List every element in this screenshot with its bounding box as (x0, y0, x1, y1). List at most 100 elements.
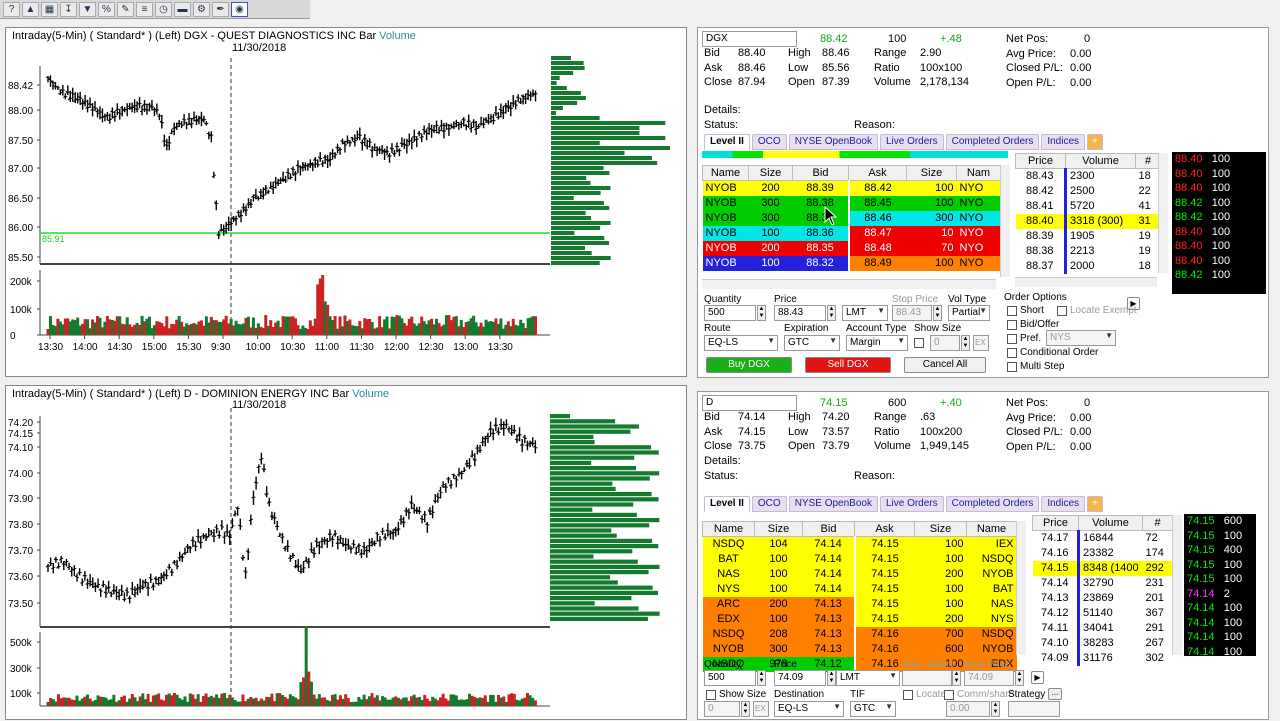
cancel-all-button[interactable]: Cancel All (904, 357, 986, 373)
tab-level-ii[interactable]: Level II (704, 134, 750, 150)
book-row[interactable]: NYOB30088.3888.45100NYO (703, 196, 1001, 211)
ex-button[interactable]: EX (973, 335, 989, 351)
tas-row[interactable]: 74.14 100 (1184, 630, 1256, 645)
tif-select[interactable]: GTC▼ (850, 701, 896, 717)
book-row[interactable]: NSDQ10474.1474.15100IEX (703, 537, 1017, 553)
multi-step-checkbox[interactable]: Multi Step (1007, 361, 1064, 372)
ladder-scrollbar[interactable] (1158, 153, 1168, 273)
book-hscrollbar[interactable] (702, 279, 996, 289)
ladder-row[interactable]: 74.171684472 (1033, 531, 1173, 547)
price-input[interactable]: 88.43 (774, 305, 826, 321)
column-header[interactable]: Size (915, 522, 967, 537)
buy-button[interactable]: Buy DGX (706, 357, 792, 373)
order-expand-button[interactable]: ▶ (1031, 671, 1044, 684)
conditional-order-checkbox[interactable]: Conditional Order (1007, 347, 1098, 358)
column-header[interactable]: Name (967, 522, 1017, 537)
ladder-row[interactable]: 88.403318 (300)31 (1016, 214, 1161, 229)
tab-live-orders[interactable]: Live Orders (880, 496, 944, 512)
column-header[interactable]: Nam (957, 166, 1001, 181)
column-header[interactable]: # (1136, 154, 1161, 169)
bid-offer-checkbox[interactable]: Bid/Offer (1007, 319, 1059, 330)
quantity-spinner[interactable]: ▲▼ (757, 305, 766, 321)
tab-completed-orders[interactable]: Completed Orders (946, 134, 1040, 150)
order-type-select[interactable]: LMT▼ (836, 670, 900, 686)
grid-icon[interactable]: ▦ (41, 2, 58, 17)
time-and-sales[interactable]: 88.40 10088.40 10088.40 10088.42 10088.4… (1172, 152, 1266, 294)
column-header[interactable]: Ask (849, 166, 907, 181)
chart-icon[interactable]: ▲ (22, 2, 39, 17)
price-spinner[interactable]: ▲▼ (827, 305, 836, 321)
stop-spinner[interactable]: ▲▼ (1015, 670, 1024, 686)
chart-canvas[interactable]: 88.4288.0087.5087.0086.5086.0085.50200k1… (6, 28, 686, 376)
strategy-more-button[interactable]: ... (1048, 688, 1062, 700)
route-select[interactable]: EQ-LS▼ (704, 335, 778, 351)
tas-row[interactable]: 88.42 100 (1172, 210, 1266, 225)
quantity-input[interactable]: 500 (704, 670, 756, 686)
disc-spinner[interactable]: ▲▼ (952, 670, 961, 686)
destination-select[interactable]: EQ-LS▼ (774, 701, 844, 717)
tas-row[interactable]: 74.14 100 (1184, 645, 1256, 660)
sort-icon[interactable]: ↧ (60, 2, 77, 17)
tab-nyse-openbook[interactable]: NYSE OpenBook (789, 496, 878, 512)
stop-spinner[interactable]: ▲▼ (933, 305, 942, 321)
book-row[interactable]: BAT10074.1474.15100NSDQ (703, 552, 1017, 567)
tas-row[interactable]: 74.14 100 (1184, 601, 1256, 616)
book-row[interactable]: NYOB10088.3288.49100NYO (703, 256, 1001, 271)
show-size-spinner[interactable]: ▲▼ (741, 701, 750, 717)
book-vscrollbar[interactable] (1016, 521, 1026, 655)
book-row[interactable]: NAS10074.1474.15200NYOB (703, 567, 1017, 582)
pref-select[interactable]: NYS▼ (1046, 330, 1116, 346)
tab-completed-orders[interactable]: Completed Orders (946, 496, 1040, 512)
order-type-select[interactable]: LMT▼ (842, 305, 888, 321)
book-row[interactable]: ARC20074.1374.15100NAS (703, 597, 1017, 612)
show-size-spinner[interactable]: ▲▼ (961, 335, 970, 351)
edit-icon[interactable]: ✎ (117, 2, 134, 17)
column-header[interactable]: Size (907, 166, 957, 181)
ladder-row[interactable]: 74.1134041291 (1033, 621, 1173, 636)
chart-d[interactable]: Intraday(5-Min) ( Standard* ) (Left) D -… (5, 385, 687, 720)
ladder-row[interactable]: 74.158348 (1400292 (1033, 561, 1173, 576)
stop-price-input[interactable]: 88.43 (892, 305, 932, 321)
book-row[interactable]: NYOB30074.1374.16600NYOB (703, 642, 1017, 657)
book-row[interactable]: NYOB10088.3688.4710NYO (703, 226, 1001, 241)
expiration-select[interactable]: GTC▼ (784, 335, 840, 351)
price-ladder[interactable]: PriceVolume#88.4323001888.4225002288.415… (1015, 153, 1161, 274)
locate-checkbox[interactable]: Locate (903, 689, 946, 700)
ladder-row[interactable]: 74.1251140367 (1033, 606, 1173, 621)
ladder-row[interactable]: 88.38221319 (1016, 244, 1161, 259)
tas-row[interactable]: 88.40 100 (1172, 225, 1266, 240)
column-header[interactable]: Bid (803, 522, 855, 537)
filter-icon[interactable]: ▼ (79, 2, 96, 17)
book-vscrollbar[interactable] (1000, 165, 1010, 277)
column-header[interactable]: Price (1033, 516, 1079, 531)
level2-book[interactable]: NameSizeBidAskSizeNamNYOB20088.3988.4210… (702, 165, 1001, 271)
book-row[interactable]: NYOB20088.3588.4870NYO (703, 241, 1001, 256)
ladder-row[interactable]: 74.0931176302 (1033, 651, 1173, 666)
tab-oco[interactable]: OCO (752, 496, 787, 512)
tas-row[interactable]: 88.40 100 (1172, 167, 1266, 182)
help-icon[interactable]: ? (3, 2, 20, 17)
column-header[interactable]: Volume (1066, 154, 1136, 169)
stop-price-input[interactable]: 74.09 (964, 670, 1014, 686)
keyboard-icon[interactable]: ▬ (174, 2, 191, 17)
ladder-row[interactable]: 88.37200018 (1016, 259, 1161, 274)
ladder-scrollbar[interactable] (1172, 515, 1182, 655)
tas-row[interactable]: 74.14 2 (1184, 587, 1256, 602)
tas-row[interactable]: 74.15 100 (1184, 529, 1256, 544)
pref-checkbox[interactable]: Pref. (1007, 333, 1041, 344)
column-header[interactable]: Bid (793, 166, 849, 181)
chart-dgx[interactable]: Intraday(5-Min) ( Standard* ) (Left) DGX… (5, 27, 687, 377)
tas-row[interactable]: 74.15 400 (1184, 543, 1256, 558)
strategy-select[interactable] (1008, 701, 1060, 717)
symbol-input[interactable]: DGX (702, 31, 797, 47)
quantity-spinner[interactable]: ▲▼ (757, 670, 766, 686)
short-checkbox[interactable]: Short (1007, 305, 1044, 316)
chart-canvas[interactable]: 74.2074.1574.1074.0073.9073.8073.7073.60… (6, 386, 686, 721)
comm-share-checkbox[interactable]: Comm/share (944, 689, 1014, 700)
ladder-row[interactable]: 74.1323869201 (1033, 591, 1173, 606)
tab-oco[interactable]: OCO (752, 134, 787, 150)
locate-exempt-checkbox[interactable]: Locate Exempt (1057, 305, 1137, 316)
price-input[interactable]: 74.09 (774, 670, 826, 686)
quantity-input[interactable]: 500 (704, 305, 756, 321)
column-header[interactable]: Volume (1079, 516, 1143, 531)
